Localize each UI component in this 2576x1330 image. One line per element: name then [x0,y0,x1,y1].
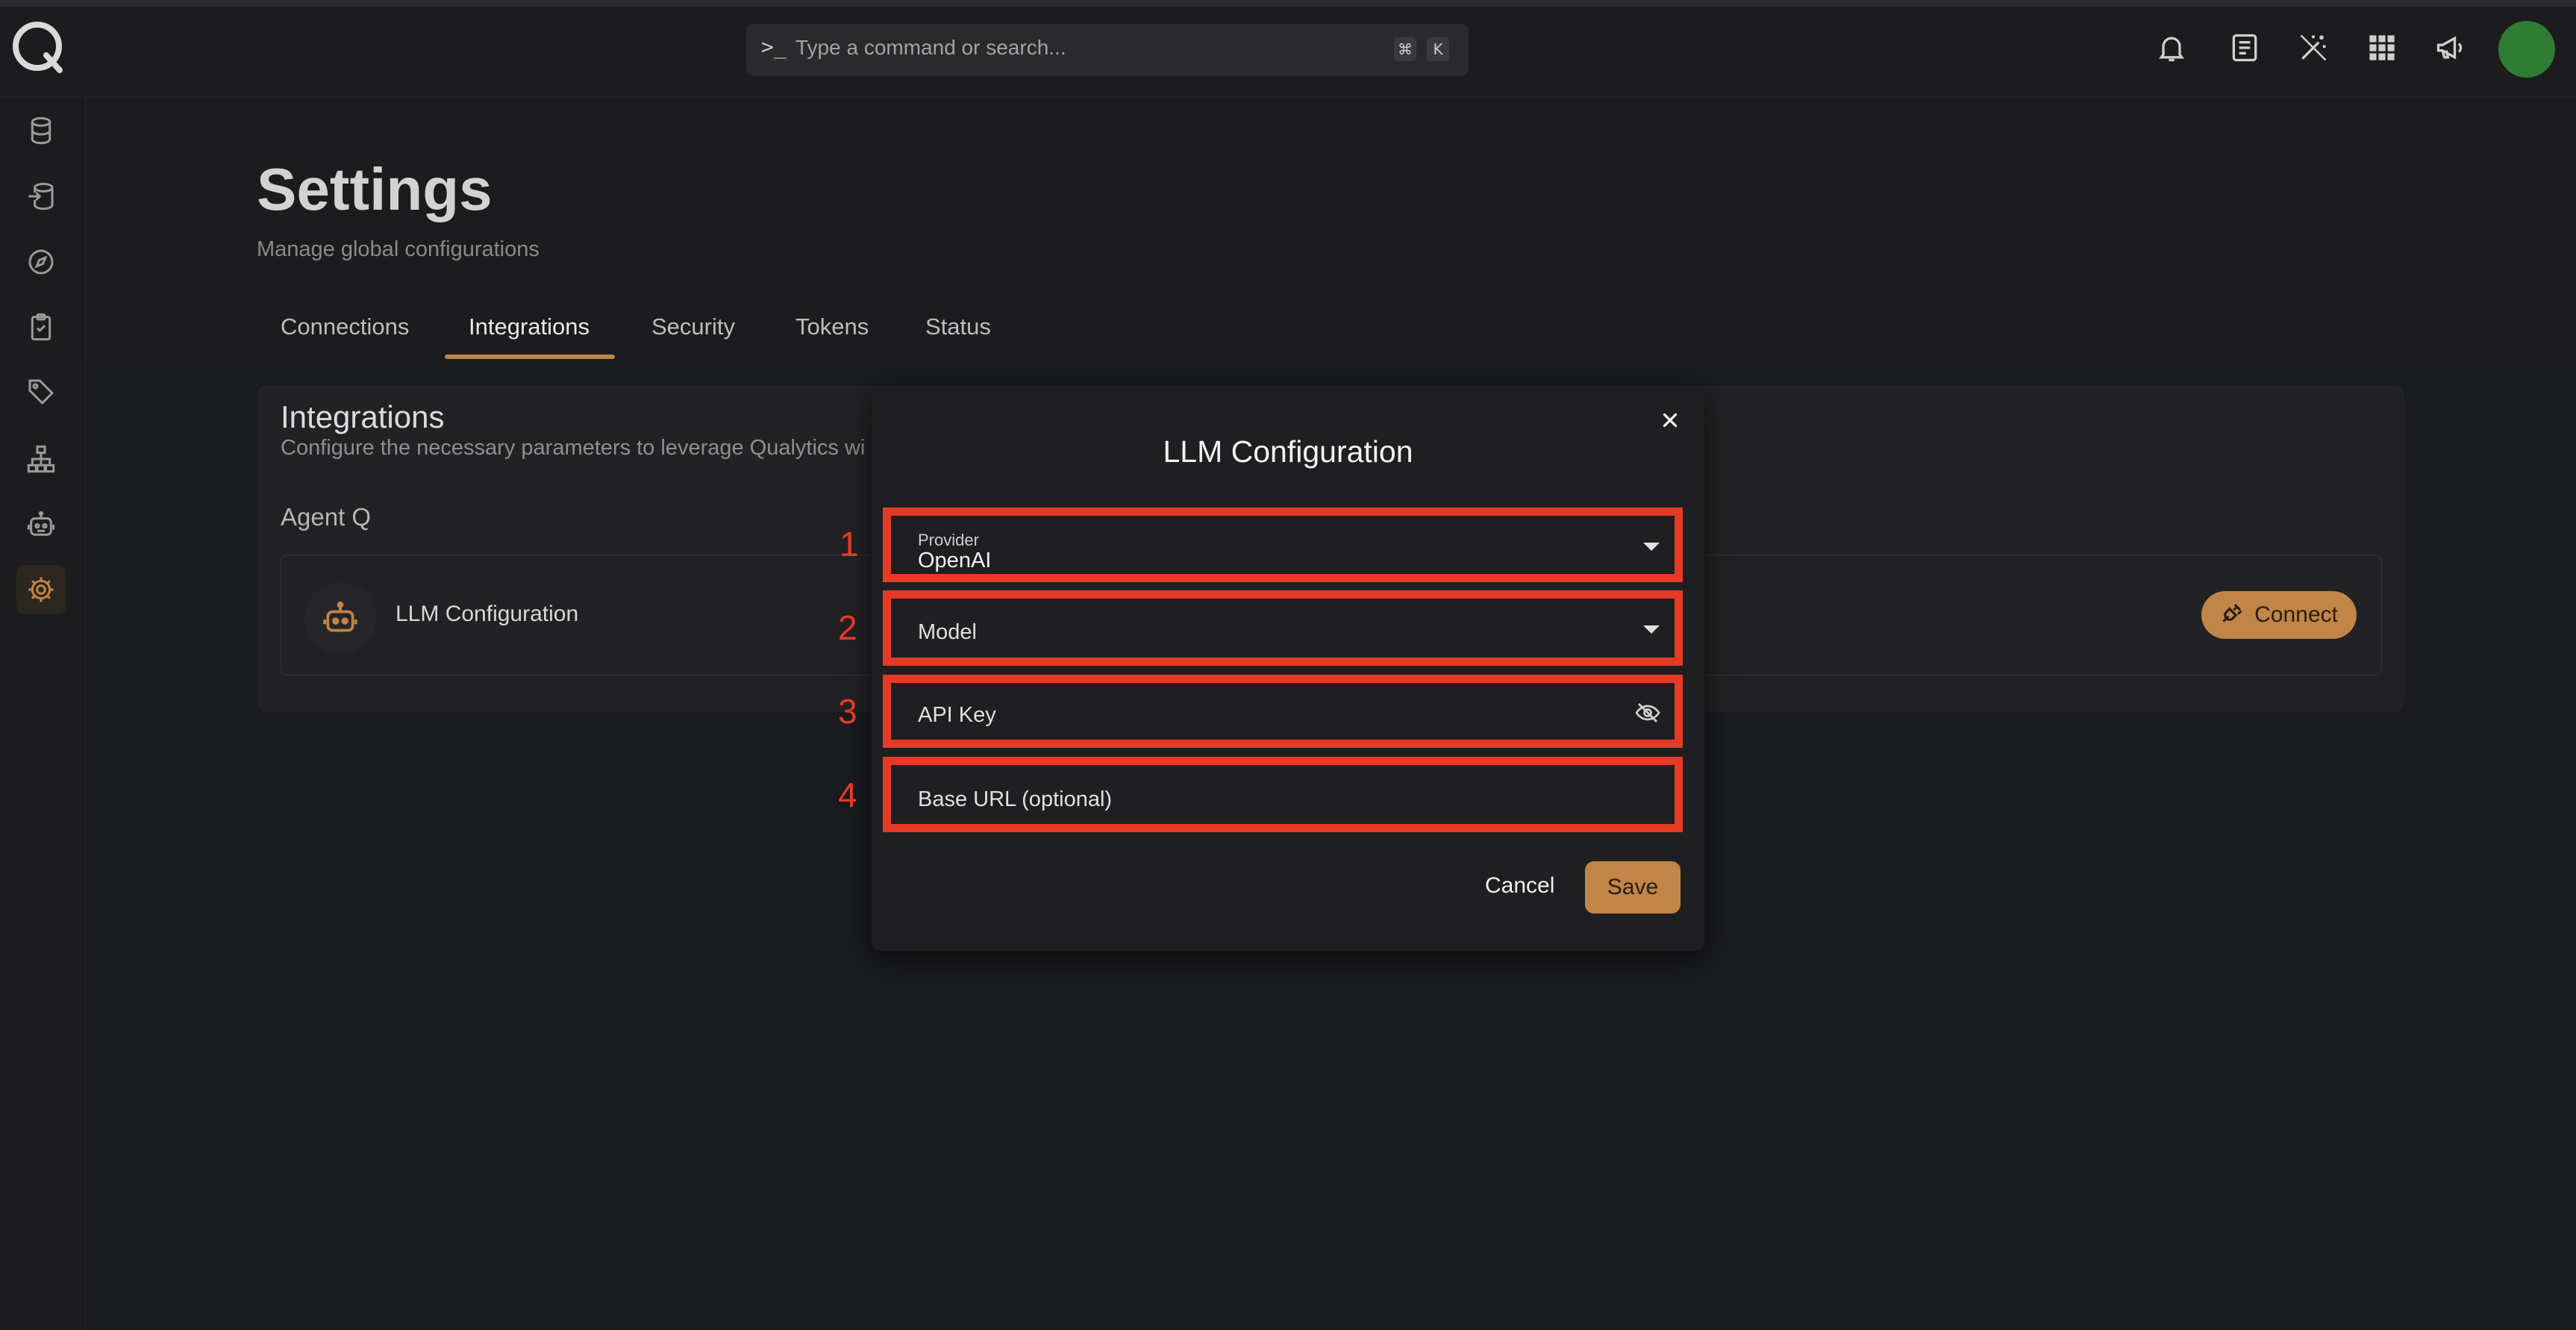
page-subtitle: Manage global configurations [257,237,540,261]
gear-icon[interactable] [16,565,66,614]
tab-status[interactable]: Status [925,313,991,340]
connect-label: Connect [2254,602,2338,627]
database-import-icon[interactable] [16,172,66,221]
dialog-title: LLM Configuration [1163,434,1413,469]
close-icon[interactable] [1655,405,1685,435]
provider-value: OpenAI [918,549,992,572]
llm-configuration-dialog [872,387,1704,951]
plug-icon [2220,599,2245,631]
field-number-4: 4 [838,775,857,814]
window-top-strip [0,0,2576,7]
active-tab-indicator [445,355,615,359]
settings-header [86,97,2576,360]
api-key-placeholder: API Key [918,703,996,727]
apps-grid-icon[interactable] [2361,27,2403,69]
tab-integrations[interactable]: Integrations [469,313,590,340]
integrations-description: Configure the necessary parameters to le… [281,436,866,460]
cmd-key: ⌘ [1394,37,1416,61]
llm-robot-icon [304,582,376,654]
document-icon[interactable] [2224,27,2266,69]
save-button[interactable]: Save [1585,861,1681,914]
llm-configuration-label: LLM Configuration [396,602,579,626]
sitemap-icon[interactable] [16,434,66,484]
magic-wand-icon[interactable] [2292,27,2334,69]
model-select[interactable]: Model [883,590,1683,666]
database-icon[interactable] [16,106,66,155]
provider-select[interactable]: Provider OpenAI [883,508,1683,582]
field-number-2: 2 [838,608,857,647]
user-avatar[interactable] [2498,21,2555,78]
tag-icon[interactable] [16,367,66,416]
base-url-input[interactable]: Base URL (optional) [883,757,1683,832]
command-search-placeholder: Type a command or search... [795,36,1066,59]
qualytics-logo[interactable] [10,19,66,75]
terminal-icon: >_ [761,34,787,59]
tab-connections[interactable]: Connections [281,313,409,340]
page-title: Settings [257,156,493,222]
api-key-input[interactable]: API Key [883,675,1683,748]
model-placeholder: Model [918,620,977,644]
eye-off-icon[interactable] [1633,699,1663,730]
clipboard-check-icon[interactable] [16,302,66,352]
cancel-button[interactable]: Cancel [1485,873,1554,899]
k-key: K [1427,37,1449,61]
command-search-bar[interactable]: >_ Type a command or search... ⌘ K [746,24,1469,76]
integrations-title: Integrations [281,399,445,434]
bell-icon[interactable] [2151,27,2192,69]
chevron-down-icon [1642,540,1661,556]
provider-label: Provider [918,531,979,549]
base-url-placeholder: Base URL (optional) [918,787,1113,811]
compass-icon[interactable] [16,237,66,287]
connect-button[interactable]: Connect [2201,591,2357,639]
field-number-1: 1 [840,525,859,563]
tab-security[interactable]: Security [651,313,735,340]
robot-icon[interactable] [16,500,66,549]
field-number-3: 3 [838,692,857,731]
megaphone-icon[interactable] [2430,27,2472,69]
tab-tokens[interactable]: Tokens [795,313,869,340]
chevron-down-icon [1642,623,1661,639]
agent-q-section-title: Agent Q [281,503,372,531]
